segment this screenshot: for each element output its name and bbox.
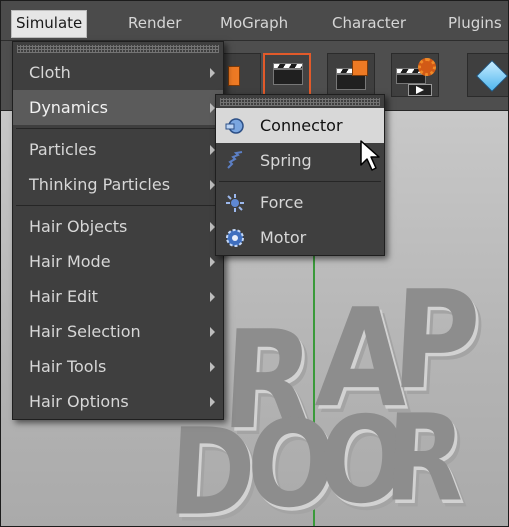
cube-icon [476, 60, 508, 92]
menu-item-hair-tools[interactable]: Hair Tools [13, 349, 223, 384]
spring-icon [227, 151, 243, 169]
connector-icon [225, 118, 244, 134]
menu-item-label: Cloth [29, 63, 71, 82]
menu-item-label: Particles [29, 140, 97, 159]
submenu-arrow-icon [210, 327, 215, 337]
menu-separator [219, 181, 381, 182]
object-icon [228, 66, 240, 86]
render-settings-button[interactable] [391, 53, 439, 97]
app-window: Simulate Render MoGraph Character Plugin… [0, 0, 509, 527]
menu-separator [16, 205, 220, 206]
render-view-button[interactable] [263, 53, 311, 97]
menu-item-connector[interactable]: Connector [216, 108, 384, 143]
motor-icon [226, 229, 244, 247]
menu-plugins[interactable]: Plugins [448, 12, 502, 36]
submenu-arrow-icon [210, 257, 215, 267]
dynamics-submenu: Connector Spring Force Motor [215, 94, 385, 256]
submenu-arrow-icon [210, 68, 215, 78]
menu-item-thinking-particles[interactable]: Thinking Particles [13, 167, 223, 202]
viewport-letter: R [381, 387, 469, 527]
menu-simulate[interactable]: Simulate [11, 10, 88, 38]
menu-item-motor[interactable]: Motor [216, 220, 384, 255]
mouse-cursor-icon [360, 140, 380, 171]
menu-tearoff-grip[interactable] [17, 45, 219, 53]
menu-item-particles[interactable]: Particles [13, 132, 223, 167]
menu-item-label: Hair Tools [29, 357, 107, 376]
menu-render[interactable]: Render [128, 12, 181, 36]
menu-item-label: Hair Selection [29, 322, 141, 341]
menu-item-cloth[interactable]: Cloth [13, 55, 223, 90]
menu-item-label: Connector [260, 116, 343, 135]
menu-item-label: Thinking Particles [29, 175, 171, 194]
menu-item-label: Hair Options [29, 392, 129, 411]
submenu-arrow-icon [210, 397, 215, 407]
menu-item-hair-selection[interactable]: Hair Selection [13, 314, 223, 349]
menu-item-hair-objects[interactable]: Hair Objects [13, 209, 223, 244]
menu-item-hair-options[interactable]: Hair Options [13, 384, 223, 419]
submenu-arrow-icon [210, 292, 215, 302]
submenu-arrow-icon [210, 362, 215, 372]
menu-separator [16, 128, 220, 129]
simulate-menu: Cloth Dynamics Particles Thinking Partic… [12, 41, 224, 420]
menu-item-label: Hair Mode [29, 252, 111, 271]
menu-item-hair-edit[interactable]: Hair Edit [13, 279, 223, 314]
cube-button[interactable] [467, 53, 508, 97]
menu-item-label: Spring [260, 151, 312, 170]
force-icon [226, 194, 244, 212]
menu-item-hair-mode[interactable]: Hair Mode [13, 244, 223, 279]
menu-item-label: Motor [260, 228, 307, 247]
menu-tearoff-grip[interactable] [220, 98, 380, 106]
menubar: Simulate Render MoGraph Character Plugin… [1, 1, 508, 41]
menu-item-dynamics[interactable]: Dynamics [13, 90, 223, 125]
menu-item-force[interactable]: Force [216, 185, 384, 220]
render-picture-button[interactable] [327, 53, 375, 97]
menu-item-label: Force [260, 193, 304, 212]
menu-mograph[interactable]: MoGraph [220, 12, 288, 36]
menu-item-label: Hair Objects [29, 217, 128, 236]
menu-item-label: Hair Edit [29, 287, 98, 306]
menu-character[interactable]: Character [332, 12, 406, 36]
menu-item-label: Dynamics [29, 98, 108, 117]
